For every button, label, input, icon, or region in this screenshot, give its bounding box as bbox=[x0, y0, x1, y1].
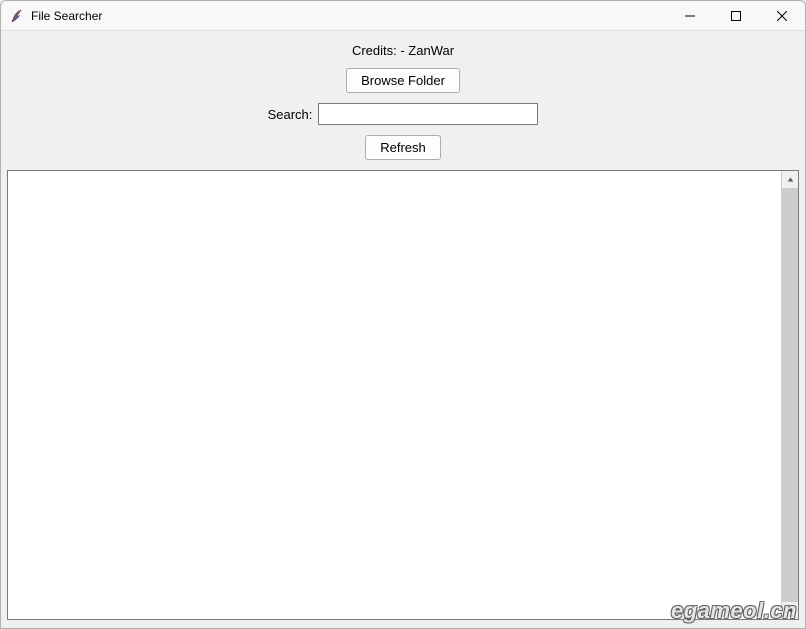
scroll-thumb[interactable] bbox=[782, 188, 798, 602]
scroll-down-button[interactable] bbox=[782, 602, 798, 619]
refresh-button[interactable]: Refresh bbox=[365, 135, 441, 160]
client-area: Credits: - ZanWar Browse Folder Search: … bbox=[1, 31, 805, 628]
search-row: Search: bbox=[268, 103, 539, 125]
close-button[interactable] bbox=[759, 1, 805, 30]
results-listbox-frame bbox=[7, 170, 799, 620]
tk-feather-icon bbox=[9, 8, 25, 24]
results-scrollbar[interactable] bbox=[781, 171, 798, 619]
scroll-up-button[interactable] bbox=[782, 171, 798, 188]
titlebar: File Searcher bbox=[1, 1, 805, 31]
search-input[interactable] bbox=[318, 103, 538, 125]
window-controls bbox=[667, 1, 805, 30]
minimize-button[interactable] bbox=[667, 1, 713, 30]
results-listbox[interactable] bbox=[8, 171, 781, 619]
controls-area: Credits: - ZanWar Browse Folder Search: … bbox=[7, 37, 799, 170]
credits-label: Credits: - ZanWar bbox=[352, 43, 454, 58]
maximize-button[interactable] bbox=[713, 1, 759, 30]
window-title: File Searcher bbox=[31, 9, 102, 23]
search-label: Search: bbox=[268, 107, 313, 122]
app-window: File Searcher Credits: - ZanWar Browse F… bbox=[0, 0, 806, 629]
browse-folder-button[interactable]: Browse Folder bbox=[346, 68, 460, 93]
